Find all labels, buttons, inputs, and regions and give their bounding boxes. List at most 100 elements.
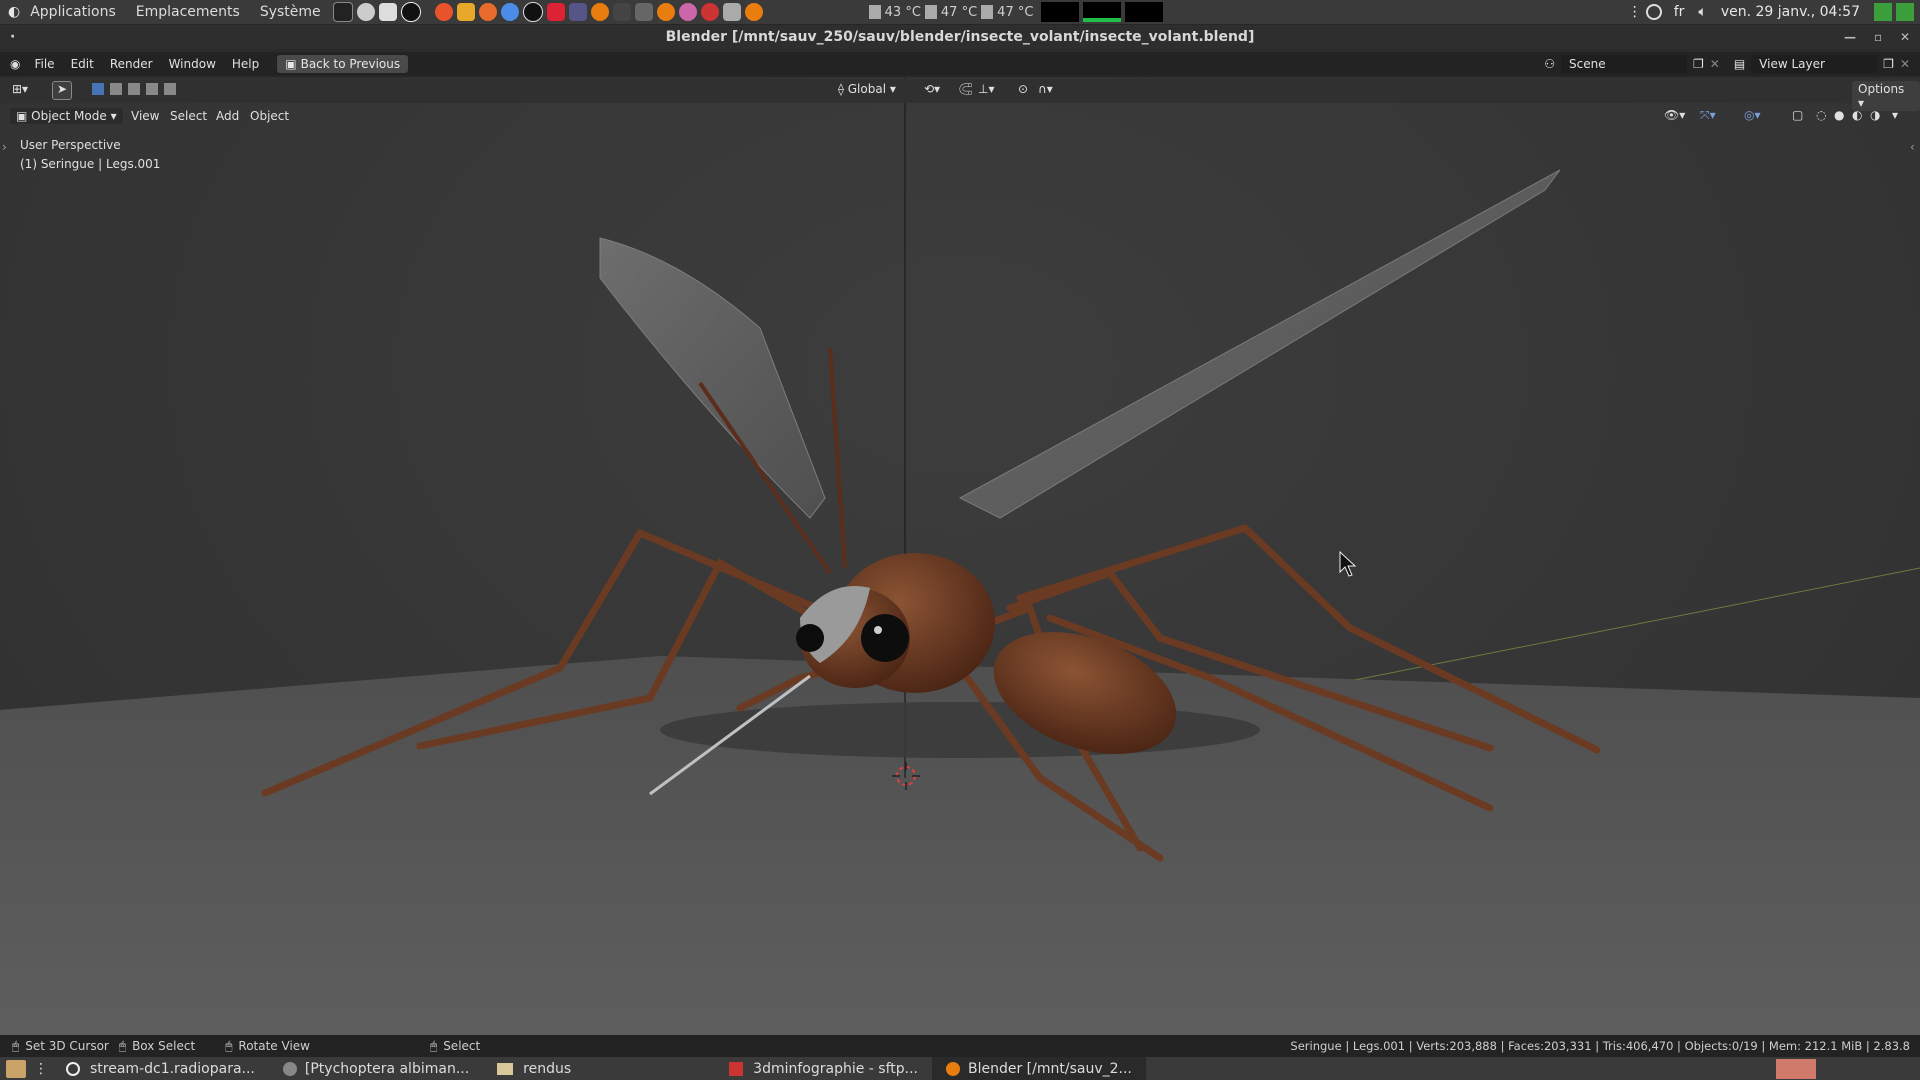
select-mode-extend-icon[interactable] xyxy=(110,83,122,95)
wireframe-shading-icon[interactable]: ◌ xyxy=(1816,108,1826,122)
scene-field[interactable]: Scene xyxy=(1561,55,1687,73)
launcher-g-icon[interactable] xyxy=(634,3,653,21)
select-mode-difference-icon[interactable] xyxy=(146,83,158,95)
select-mode-new-icon[interactable] xyxy=(92,83,104,95)
task-ptychoptera[interactable]: [Ptychoptera albiman... xyxy=(269,1057,483,1080)
show-desktop-button[interactable] xyxy=(6,1059,26,1078)
visibility-dropdown[interactable]: 👁︎▾ xyxy=(1664,108,1685,122)
task-blender[interactable]: Blender [/mnt/sauv_2... xyxy=(932,1057,1146,1080)
volume-icon[interactable]: 🔈︎ xyxy=(1698,4,1706,20)
select-mode-intersect-icon[interactable] xyxy=(164,83,176,95)
notification-icon[interactable] xyxy=(1896,3,1914,21)
close-button[interactable]: ✕ xyxy=(1900,25,1910,49)
proportional-edit-icon[interactable]: ⊙ xyxy=(1018,82,1028,96)
files-launcher-icon[interactable] xyxy=(378,3,397,21)
y-axis-line xyxy=(1354,567,1920,681)
launcher-c-icon[interactable] xyxy=(522,2,543,22)
menu-select[interactable]: Select xyxy=(170,109,207,123)
transform-orientation-dropdown[interactable]: ⟠ Global ▾ xyxy=(838,82,896,96)
menu-applications[interactable]: Applications xyxy=(20,4,126,20)
menu-file[interactable]: File xyxy=(26,57,62,71)
launcher-a-icon[interactable] xyxy=(434,3,453,21)
task-ptychoptera-label: [Ptychoptera albiman... xyxy=(304,1060,470,1077)
select-mode-subtract-icon[interactable] xyxy=(128,83,140,95)
minimize-button[interactable]: — xyxy=(1844,25,1856,49)
3d-viewport[interactable]: User Perspective (1) Seringue | Legs.001… xyxy=(0,78,1920,1035)
launcher-i-icon[interactable] xyxy=(700,3,719,21)
blender-launcher-3-icon[interactable] xyxy=(744,3,763,21)
menu-object[interactable]: Object xyxy=(250,109,289,123)
menu-systeme[interactable]: Système xyxy=(250,4,331,20)
right-region-toggle-icon[interactable]: ‹ xyxy=(1910,140,1915,154)
left-eye xyxy=(861,614,909,662)
menu-add[interactable]: Add xyxy=(216,109,239,123)
blender-logo-icon[interactable]: ◉ xyxy=(10,57,20,71)
transform-orientation-label: Global xyxy=(847,82,887,96)
rendered-shading-icon[interactable]: ◑ xyxy=(1870,108,1880,122)
material-shading-icon[interactable]: ◐ xyxy=(1852,108,1862,122)
maximize-button[interactable]: ▫ xyxy=(1874,25,1882,49)
snap-target-dropdown[interactable]: ⊥▾ xyxy=(978,82,994,96)
view-layer-selector-icon[interactable]: ▤ xyxy=(1734,57,1745,71)
shading-options-dropdown[interactable]: ▾ xyxy=(1892,108,1898,122)
launcher-d-icon[interactable] xyxy=(546,3,565,21)
right-eye xyxy=(796,624,824,652)
task-rendus-label: rendus xyxy=(523,1060,572,1077)
pivot-point-dropdown[interactable]: ⟲▾ xyxy=(924,82,940,96)
launcher-e-icon[interactable] xyxy=(568,3,587,21)
object-mode-dropdown[interactable]: ▣ Object Mode ▾ xyxy=(10,108,123,124)
task-rendus[interactable]: rendus xyxy=(483,1057,585,1080)
bottom-taskbar: ⋮ stream-dc1.radiopara... [Ptychoptera a… xyxy=(0,1057,1920,1080)
select-tool-icon[interactable]: ➤ xyxy=(52,81,72,100)
menu-help[interactable]: Help xyxy=(224,57,267,71)
gnome-foot-icon[interactable]: ◐ xyxy=(8,4,20,20)
show-desktop-icon[interactable] xyxy=(1874,3,1892,21)
proportional-falloff-dropdown[interactable]: ∩▾ xyxy=(1038,82,1053,96)
launcher-j-icon[interactable] xyxy=(722,3,741,21)
back-to-previous-button[interactable]: ▣ Back to Previous xyxy=(277,55,409,73)
window-menu-dot[interactable]: · xyxy=(10,25,15,49)
status-icon[interactable] xyxy=(1645,4,1662,20)
hint-box-select: Box Select xyxy=(132,1039,196,1053)
solid-shading-icon[interactable]: ● xyxy=(1834,108,1844,122)
scene-selector-icon[interactable]: ⚇ xyxy=(1544,57,1555,71)
launcher-h-icon[interactable] xyxy=(678,3,697,21)
xray-toggle-icon[interactable]: ▢ xyxy=(1792,108,1803,122)
delete-scene-icon[interactable]: ✕ xyxy=(1710,57,1720,71)
view-layer-field[interactable]: View Layer xyxy=(1751,55,1878,73)
browser-launcher-icon[interactable] xyxy=(356,3,375,21)
task-filezilla[interactable]: 3dminfographie - sftp... xyxy=(715,1057,932,1080)
delete-view-layer-icon[interactable]: ✕ xyxy=(1900,57,1910,71)
launcher-f-icon[interactable] xyxy=(612,3,631,21)
menu-render[interactable]: Render xyxy=(102,57,161,71)
cpu-temp-icon xyxy=(981,5,994,19)
left-region-toggle-icon[interactable]: › xyxy=(2,140,7,154)
app-launcher-icon[interactable] xyxy=(400,2,421,22)
terminal-launcher-icon[interactable] xyxy=(332,2,353,22)
new-view-layer-icon[interactable]: ❐ xyxy=(1883,57,1894,71)
workspace-switcher[interactable] xyxy=(1776,1058,1816,1079)
menu-edit[interactable]: Edit xyxy=(63,57,102,71)
firefox-launcher-icon[interactable] xyxy=(478,3,497,21)
menu-window[interactable]: Window xyxy=(161,57,224,71)
clock[interactable]: ven. 29 janv., 04:57 xyxy=(1721,4,1860,20)
temp-2: 47 °C xyxy=(940,4,978,20)
launcher-b-icon[interactable] xyxy=(456,3,475,21)
menu-view[interactable]: View xyxy=(131,109,159,123)
new-scene-icon[interactable]: ❐ xyxy=(1693,57,1704,71)
eye-highlight xyxy=(874,626,882,634)
blender-launcher-icon[interactable] xyxy=(590,3,609,21)
blender-launcher-2-icon[interactable] xyxy=(656,3,675,21)
editor-type-icon[interactable]: ⊞▾ xyxy=(12,82,28,96)
task-radio-stream[interactable]: stream-dc1.radiopara... xyxy=(52,1057,269,1080)
mouse-box-icon: 🖱︎ xyxy=(118,1038,127,1053)
window-titlebar: · Blender [/mnt/sauv_250/sauv/blender/in… xyxy=(0,25,1920,49)
menu-emplacements[interactable]: Emplacements xyxy=(126,4,250,20)
gizmo-toggle-icon[interactable]: ⤧▾ xyxy=(1700,108,1716,123)
chromium-launcher-icon[interactable] xyxy=(500,3,519,21)
back-to-previous-label: Back to Previous xyxy=(300,57,401,71)
overlays-toggle-icon[interactable]: ◎▾ xyxy=(1744,108,1761,122)
more-icon[interactable]: ⋮ xyxy=(1628,4,1642,20)
keyboard-layout[interactable]: fr xyxy=(1674,4,1685,20)
snap-toggle-icon[interactable]: 🧲︎ xyxy=(958,82,973,96)
